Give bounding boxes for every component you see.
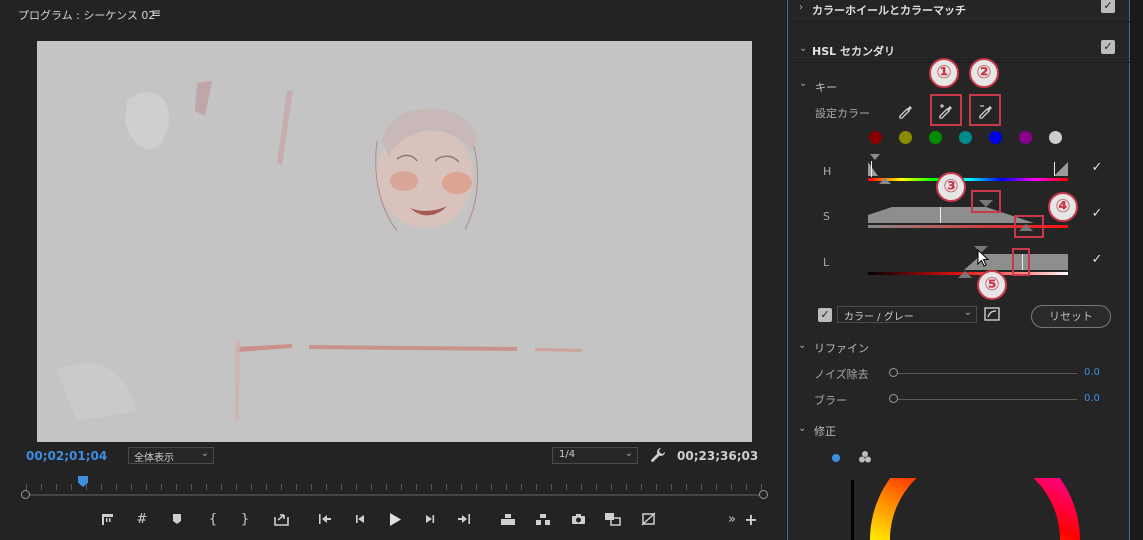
hue-label: H — [823, 165, 832, 178]
correction-label[interactable]: 修正 — [814, 423, 836, 439]
step-back-icon[interactable] — [349, 508, 371, 530]
refine-chevron-down-icon[interactable]: ⌄ — [798, 340, 806, 351]
preset-magenta-swatch[interactable] — [1019, 131, 1032, 144]
three-wheel-mode-icon[interactable] — [858, 450, 872, 464]
hsl-enable-checkbox[interactable]: ✓ — [1101, 40, 1115, 54]
mouse-cursor-icon — [977, 249, 989, 267]
chevron-down-icon: ⌄ — [624, 448, 633, 459]
preset-yellow-swatch[interactable] — [899, 131, 912, 144]
add-button-icon[interactable]: + — [740, 508, 762, 530]
zoom-level-value: 全体表示 — [134, 453, 174, 464]
chevron-down-icon: ⌄ — [200, 448, 209, 459]
color-wheels-enable-checkbox[interactable]: ✓ — [1101, 0, 1115, 13]
luminance-range-slider[interactable] — [866, 242, 1070, 282]
export-icon[interactable] — [270, 508, 292, 530]
reset-button[interactable]: リセット — [1031, 305, 1111, 328]
correction-chevron-down-icon[interactable]: ⌄ — [798, 423, 806, 434]
hue-range-slider[interactable] — [866, 152, 1070, 188]
annotation-badge-3: ③ — [936, 172, 966, 202]
mark-in-icon[interactable]: { — [202, 508, 224, 530]
luma-slider-track[interactable] — [851, 480, 854, 540]
add-marker-icon[interactable] — [166, 508, 188, 530]
lift-icon[interactable] — [497, 508, 519, 530]
annotation-box-1 — [930, 94, 962, 126]
invert-mask-icon[interactable] — [984, 307, 1000, 321]
preset-blue-swatch[interactable] — [989, 131, 1002, 144]
luminance-enable-checkbox[interactable]: ✓ — [1090, 253, 1104, 267]
ruler-track — [26, 494, 764, 496]
annotation-box-2 — [969, 94, 1001, 126]
color-wheels-section-title: カラーホイールとカラーマッチ — [812, 4, 966, 17]
color-wheel[interactable] — [870, 478, 1080, 540]
set-color-label: 設定カラー — [815, 107, 870, 120]
luminance-label: L — [823, 256, 830, 269]
chevron-down-icon: ⌄ — [799, 43, 808, 54]
blur-label: ブラー — [814, 394, 847, 407]
current-timecode[interactable]: 00;02;01;04 — [26, 449, 107, 463]
wrench-icon[interactable] — [650, 447, 666, 463]
denoise-slider-knob[interactable] — [889, 368, 898, 377]
playback-resolution-value: 1/4 — [559, 449, 576, 460]
out-handle[interactable] — [759, 490, 768, 499]
color-wheels-section-header[interactable]: › カラーホイールとカラーマッチ ✓ — [788, 0, 1130, 22]
playback-resolution-select[interactable]: 1/4 ⌄ — [552, 447, 638, 464]
hsl-section-header[interactable]: ⌄ HSL セカンダリ ✓ — [788, 37, 1130, 63]
comparison-view-icon[interactable] — [601, 508, 623, 530]
program-header: プログラム : シーケンス 02 ≡ — [0, 0, 786, 28]
preset-red-swatch[interactable] — [869, 131, 882, 144]
hsl-section-title: HSL セカンダリ — [812, 45, 895, 58]
annotation-badge-1: ① — [929, 58, 959, 88]
preset-green-swatch[interactable] — [929, 131, 942, 144]
show-mask-checkbox[interactable]: ✓ — [818, 308, 832, 322]
saturation-enable-checkbox[interactable]: ✓ — [1090, 207, 1104, 221]
blur-slider-knob[interactable] — [889, 394, 898, 403]
denoise-label: ノイズ除去 — [814, 368, 869, 381]
duration-timecode: 00;23;36;03 — [677, 449, 759, 463]
chevron-down-icon: ⌄ — [963, 307, 972, 318]
video-preview[interactable] — [37, 41, 752, 442]
mask-display-mode-value: カラー / グレー — [844, 312, 914, 323]
denoise-value[interactable]: 0.0 — [1084, 367, 1100, 378]
extract-icon[interactable] — [532, 508, 554, 530]
hue-enable-checkbox[interactable]: ✓ — [1090, 161, 1104, 175]
mask-display-mode-select[interactable]: カラー / グレー ⌄ — [837, 306, 977, 323]
program-title: プログラム : シーケンス 02 — [18, 9, 156, 22]
blur-slider-track[interactable] — [894, 399, 1077, 400]
refine-label[interactable]: リファイン — [814, 340, 869, 356]
annotation-badge-4: ④ — [1048, 192, 1078, 222]
saturation-label: S — [823, 210, 830, 223]
denoise-slider-track[interactable] — [894, 373, 1077, 374]
single-wheel-mode-icon[interactable] — [832, 454, 840, 462]
video-frame-image — [37, 41, 752, 442]
mark-out-icon[interactable]: } — [234, 508, 256, 530]
annotation-box-4 — [1014, 215, 1044, 238]
play-icon[interactable] — [384, 508, 406, 530]
annotation-badge-5: ⑤ — [977, 270, 1007, 300]
key-chevron-down-icon[interactable]: ⌄ — [799, 78, 807, 89]
blur-value[interactable]: 0.0 — [1084, 393, 1100, 404]
camera-icon[interactable] — [567, 508, 589, 530]
ruler-ticks — [26, 484, 764, 490]
go-to-out-icon[interactable] — [453, 508, 475, 530]
toggle-proxies-icon[interactable] — [637, 508, 659, 530]
annotation-box-3 — [971, 190, 1001, 213]
annotation-badge-2: ② — [969, 58, 999, 88]
step-forward-icon[interactable] — [419, 508, 441, 530]
key-label[interactable]: キー — [815, 79, 837, 95]
in-handle[interactable] — [21, 490, 30, 499]
preset-gray-swatch[interactable] — [1049, 131, 1062, 144]
transport-controls: # { } » + — [0, 508, 786, 532]
time-ruler[interactable] — [20, 474, 768, 502]
preset-cyan-swatch[interactable] — [959, 131, 972, 144]
go-to-in-icon[interactable] — [314, 508, 336, 530]
eyedropper-icon[interactable] — [898, 104, 914, 120]
safe-margins-icon[interactable]: # — [131, 508, 153, 530]
program-monitor: プログラム : シーケンス 02 ≡ 00;02;01;04 全体表示 ⌄ 1/… — [0, 0, 786, 540]
add-marker-clip-icon[interactable] — [96, 508, 118, 530]
panel-scrollbar[interactable] — [1130, 0, 1143, 540]
chevron-right-icon: › — [799, 2, 803, 13]
annotation-box-5 — [1012, 248, 1030, 276]
panel-menu-icon[interactable]: ≡ — [151, 6, 161, 20]
zoom-level-select[interactable]: 全体表示 ⌄ — [128, 447, 214, 464]
